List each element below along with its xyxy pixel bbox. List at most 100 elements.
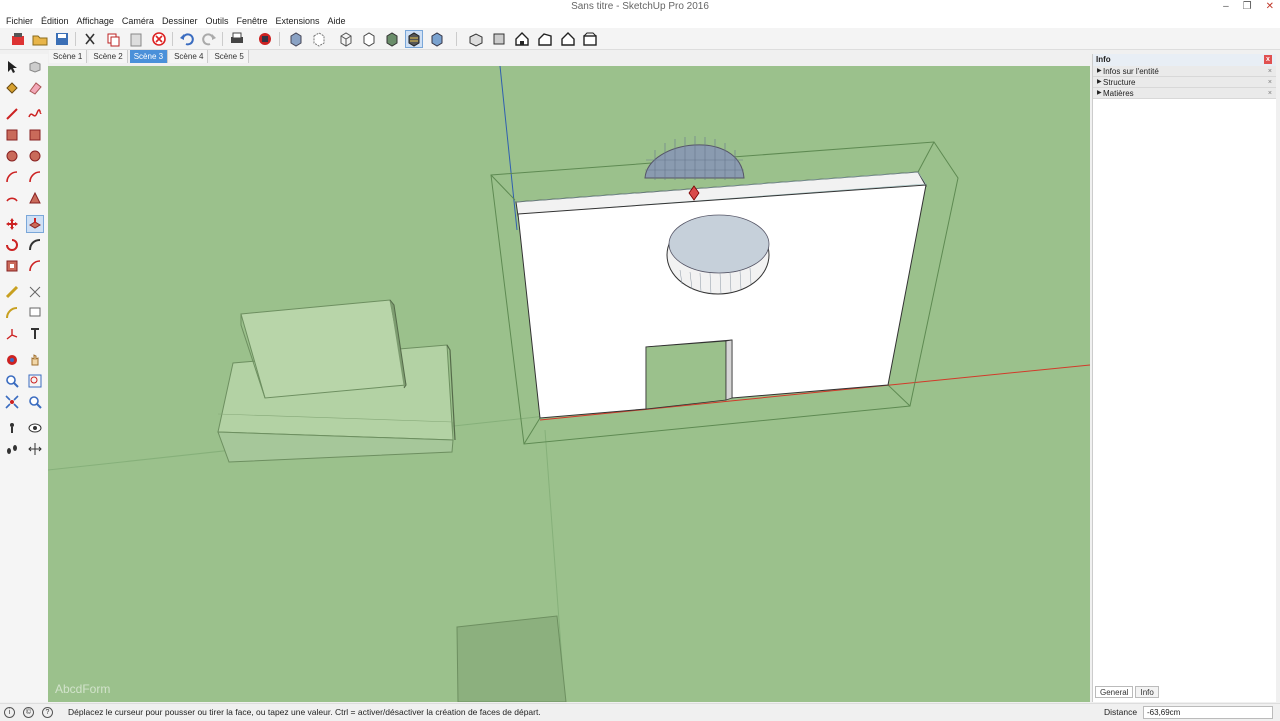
minimize-button[interactable]: –	[1223, 0, 1229, 14]
menu-affichage[interactable]: Affichage	[73, 14, 118, 28]
tape-measure-icon[interactable]	[3, 283, 21, 301]
pan-icon[interactable]	[26, 351, 44, 369]
scene-tab-2[interactable]: Scène 2	[89, 50, 128, 63]
scene-tab-1[interactable]: Scène 1	[49, 50, 88, 63]
two-point-arc-icon[interactable]	[3, 189, 21, 207]
close-icon[interactable]: ×	[1268, 66, 1272, 77]
outliner-row[interactable]: ▶ Structure ×	[1093, 77, 1276, 88]
top-view-icon[interactable]	[490, 30, 508, 48]
scene-tabs: Scène 1 Scène 2 Scène 3 Scène 4 Scène 5	[49, 50, 249, 64]
monochrome-icon[interactable]	[428, 30, 446, 48]
section-plane-icon[interactable]	[26, 440, 44, 458]
status-icons: i © ?	[4, 707, 53, 718]
close-icon[interactable]: ×	[1268, 77, 1272, 88]
scene-tab-5[interactable]: Scène 5	[210, 50, 249, 63]
menu-camera[interactable]: Caméra	[118, 14, 158, 28]
menu-fenetre[interactable]: Fenêtre	[232, 14, 271, 28]
paint-bucket-icon[interactable]	[3, 79, 21, 97]
rotated-rectangle-icon[interactable]	[26, 126, 44, 144]
info-panel-tabs: General Info	[1095, 686, 1159, 698]
redo-icon[interactable]	[200, 30, 218, 48]
wireframe-icon[interactable]	[337, 30, 355, 48]
make-component-icon[interactable]	[26, 58, 44, 76]
materials-row[interactable]: ▶ Matières ×	[1093, 88, 1276, 99]
look-around-icon[interactable]	[26, 419, 44, 437]
move-icon[interactable]	[3, 215, 21, 233]
offset-icon[interactable]	[26, 257, 44, 275]
zoom-extents-icon[interactable]	[3, 393, 21, 411]
model-info-icon[interactable]	[256, 30, 274, 48]
3d-warehouse-icon[interactable]	[9, 30, 27, 48]
info-panel-close-button[interactable]: x	[1264, 55, 1272, 64]
credits-icon[interactable]: ©	[23, 707, 34, 718]
restore-button[interactable]: ❐	[1243, 0, 1252, 14]
shaded-textures-icon[interactable]	[405, 30, 423, 48]
menu-edition[interactable]: Édition	[37, 14, 73, 28]
menu-fichier[interactable]: Fichier	[2, 14, 37, 28]
walk-icon[interactable]	[3, 440, 21, 458]
select-icon[interactable]	[3, 58, 21, 76]
zoom-window-icon[interactable]	[26, 372, 44, 390]
upper-block	[240, 299, 407, 399]
position-camera-icon[interactable]	[3, 419, 21, 437]
menu-outils[interactable]: Outils	[201, 14, 232, 28]
menu-aide[interactable]: Aide	[324, 14, 350, 28]
follow-me-icon[interactable]	[26, 236, 44, 254]
xray-icon[interactable]	[287, 30, 305, 48]
close-button[interactable]: ✕	[1266, 0, 1274, 14]
help-icon[interactable]: ?	[42, 707, 53, 718]
arc-icon[interactable]	[3, 168, 21, 186]
tab-general[interactable]: General	[1095, 686, 1134, 698]
zoom-icon[interactable]	[3, 372, 21, 390]
scene-drawing	[48, 66, 1090, 702]
pie-icon[interactable]	[26, 168, 44, 186]
menu-dessiner[interactable]: Dessiner	[158, 14, 202, 28]
erase-icon[interactable]	[150, 30, 168, 48]
axes-icon[interactable]	[3, 325, 21, 343]
3d-text-icon[interactable]	[26, 325, 44, 343]
dimension-icon[interactable]	[26, 283, 44, 301]
close-icon[interactable]: ×	[1268, 88, 1272, 99]
push-pull-icon[interactable]	[26, 215, 44, 233]
open-icon[interactable]	[31, 30, 49, 48]
scene-tab-3[interactable]: Scène 3	[129, 50, 169, 63]
right-view-icon[interactable]	[536, 30, 554, 48]
save-icon[interactable]	[53, 30, 71, 48]
front-view-icon[interactable]	[513, 30, 531, 48]
previous-view-icon[interactable]	[26, 393, 44, 411]
distance-input[interactable]: -63,69cm	[1143, 706, 1273, 719]
hidden-line-icon[interactable]	[360, 30, 378, 48]
line-icon[interactable]	[3, 105, 21, 123]
rectangle-icon[interactable]	[3, 126, 21, 144]
scale-icon[interactable]	[3, 257, 21, 275]
scene-tab-4[interactable]: Scène 4	[170, 50, 209, 63]
circle-icon[interactable]	[3, 147, 21, 165]
protractor-icon[interactable]	[3, 304, 21, 322]
info-panel: Info x ▶ Infos sur l'entité × ▶ Structur…	[1092, 54, 1276, 702]
copy-icon[interactable]	[104, 30, 122, 48]
eraser-icon[interactable]	[26, 79, 44, 97]
orbit-icon[interactable]	[3, 351, 21, 369]
undo-icon[interactable]	[178, 30, 196, 48]
freehand-icon[interactable]	[26, 105, 44, 123]
menu-extensions[interactable]: Extensions	[272, 14, 324, 28]
expand-arrow-icon: ▶	[1097, 90, 1102, 96]
main-toolbar	[0, 28, 1280, 50]
paste-icon[interactable]	[127, 30, 145, 48]
three-point-arc-icon[interactable]	[26, 189, 44, 207]
entity-info-row[interactable]: ▶ Infos sur l'entité ×	[1093, 66, 1276, 77]
print-icon[interactable]	[228, 30, 246, 48]
tab-info[interactable]: Info	[1135, 686, 1159, 698]
polygon-icon[interactable]	[26, 147, 44, 165]
back-edges-icon[interactable]	[310, 30, 328, 48]
back-view-icon[interactable]	[559, 30, 577, 48]
rotate-icon[interactable]	[3, 236, 21, 254]
iso-view-icon[interactable]	[467, 30, 485, 48]
shaded-icon[interactable]	[383, 30, 401, 48]
text-icon[interactable]	[26, 304, 44, 322]
left-view-icon[interactable]	[581, 30, 599, 48]
geolocation-icon[interactable]: i	[4, 707, 15, 718]
cut-icon[interactable]	[81, 30, 99, 48]
blue-axis	[499, 66, 518, 231]
modeling-viewport[interactable]: AbcdForm	[48, 66, 1090, 702]
